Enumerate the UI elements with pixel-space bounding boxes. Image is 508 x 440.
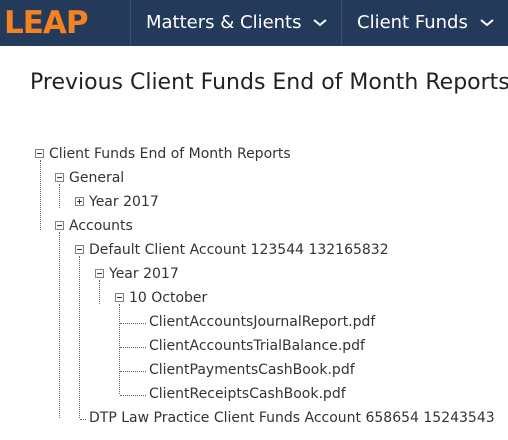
page-title: Previous Client Funds End of Month Repor… — [30, 70, 508, 95]
top-navigation-bar: LEAP Matters & Clients Client Funds — [0, 0, 508, 46]
tree-node-label[interactable]: Client Funds End of Month Reports — [49, 144, 291, 164]
tree-node-label[interactable]: Default Client Account 123544 132165832 — [89, 240, 389, 260]
tree-node-label[interactable]: General — [69, 168, 124, 188]
expand-toggle-icon[interactable] — [75, 197, 84, 206]
tree-node-label[interactable]: Year 2017 — [89, 192, 159, 212]
tree-node-label[interactable]: 10 October — [129, 288, 207, 308]
tree-file-trial-balance[interactable]: ClientAccountsTrialBalance.pdf — [149, 336, 365, 356]
collapse-toggle-icon[interactable] — [115, 293, 124, 302]
tree-node-label[interactable]: Year 2017 — [109, 264, 179, 284]
nav-matters-label: Matters & Clients — [146, 12, 302, 33]
collapse-toggle-icon[interactable] — [55, 173, 64, 182]
tree-node-dtp-account[interactable]: DTP Law Practice Client Funds Account 65… — [89, 408, 495, 428]
chevron-down-icon — [479, 19, 494, 27]
collapse-toggle-icon[interactable] — [35, 149, 44, 158]
tree-file-receipts-cashbook[interactable]: ClientReceiptsCashBook.pdf — [149, 384, 346, 404]
chevron-down-icon — [313, 19, 327, 27]
tree-node-label[interactable]: Accounts — [69, 216, 133, 236]
nav-matters-and-clients[interactable]: Matters & Clients — [130, 0, 341, 46]
leap-logo[interactable]: LEAP — [0, 0, 130, 46]
tree-file-payments-cashbook[interactable]: ClientPaymentsCashBook.pdf — [149, 360, 355, 380]
nav-client-funds[interactable]: Client Funds — [341, 0, 508, 46]
tree-file-journal-report[interactable]: ClientAccountsJournalReport.pdf — [149, 312, 375, 332]
collapse-toggle-icon[interactable] — [55, 221, 64, 230]
nav-client-funds-label: Client Funds — [357, 12, 468, 33]
collapse-toggle-icon[interactable] — [75, 245, 84, 254]
collapse-toggle-icon[interactable] — [95, 269, 104, 278]
